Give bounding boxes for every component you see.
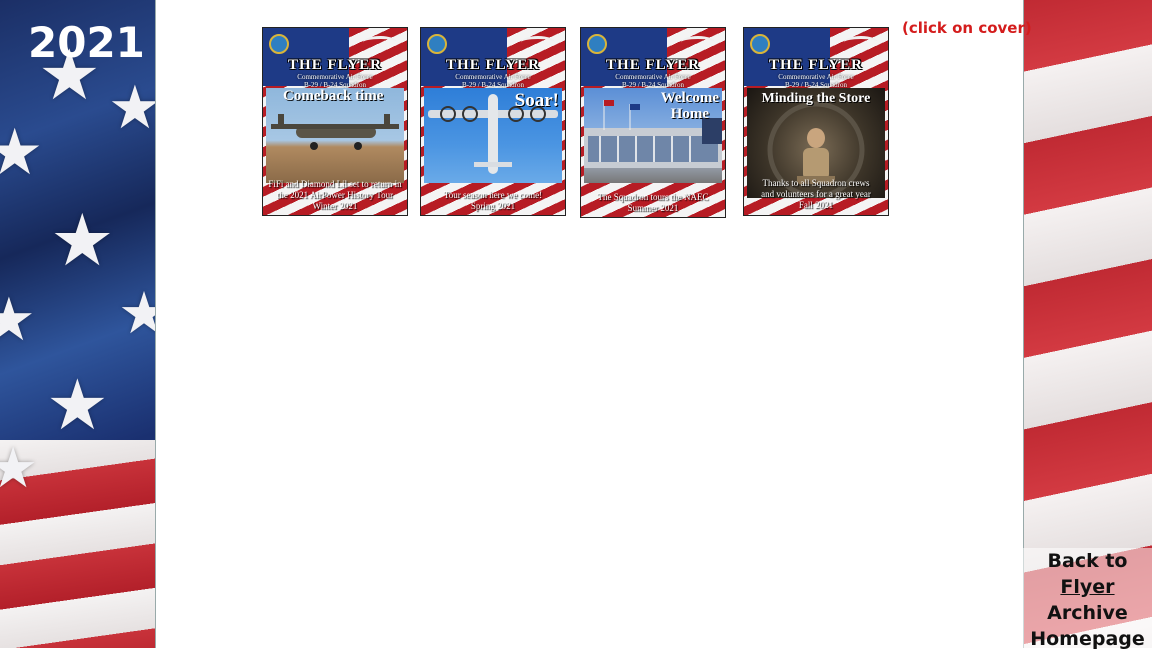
star-icon: ★: [0, 440, 38, 496]
squadron-logo-icon: [750, 34, 770, 54]
year-heading: 2021: [28, 18, 145, 67]
cover-fall-2021[interactable]: THE FLYER Commemorative Air Force B-29 / …: [743, 27, 889, 216]
cover-headline: Soar!: [514, 90, 559, 111]
cover-headline: Comeback time: [283, 88, 384, 104]
cover-caption: Tour season here we come!: [443, 190, 543, 200]
cover-subtitle: Commemorative Air Force: [455, 73, 531, 81]
cover-caption: the 2021 AirPower History Tour: [276, 190, 394, 200]
cover-caption: FiFi and Diamond Lil set to return in: [268, 179, 402, 189]
flyer-link[interactable]: Flyer: [1060, 576, 1114, 598]
wings-icon: [521, 36, 555, 49]
back-link-line1: Back to: [1047, 550, 1128, 572]
cover-masthead: THE FLYER: [288, 57, 382, 73]
squadron-logo-icon: [269, 34, 289, 54]
cover-summer-2021[interactable]: THE FLYER Commemorative Air Force B-29 / …: [580, 27, 726, 218]
cover-subtitle: Commemorative Air Force: [778, 73, 854, 81]
back-link-line3: Homepage: [1030, 628, 1145, 650]
archive-word: Archive: [1047, 602, 1128, 624]
click-instruction: (click on cover): [902, 19, 1032, 37]
cover-caption: and volunteers for a great year: [761, 189, 871, 199]
cover-masthead: THE FLYER: [446, 57, 540, 73]
cover-winter-2021[interactable]: THE FLYER Commemorative Air Force B-29 / …: [262, 27, 408, 216]
cover-caption: Thanks to all Squadron crews: [762, 178, 870, 188]
cover-issue: Winter 2021: [312, 201, 358, 211]
star-icon: ★: [50, 201, 115, 281]
cover-headline: Welcome: [660, 90, 719, 106]
wings-icon: [844, 36, 878, 49]
star-icon: ★: [0, 290, 36, 350]
cover-caption: The Squadron tours the NAEC: [597, 192, 709, 202]
star-icon: ★: [46, 366, 109, 444]
star-icon: ★: [118, 285, 155, 343]
left-flag-panel: ★ ★ ★ ★ ★ ★ ★ ★: [0, 0, 156, 648]
back-to-archive-link: Back to Flyer Archive Homepage: [1023, 548, 1152, 652]
cover-masthead: THE FLYER: [769, 57, 863, 73]
cover-spring-2021[interactable]: THE FLYER Commemorative Air Force B-29 / …: [420, 27, 566, 216]
cover-headline: Minding the Store: [761, 91, 871, 106]
cover-subtitle: Commemorative Air Force: [615, 73, 691, 81]
star-icon: ★: [0, 120, 43, 184]
cover-subtitle: Commemorative Air Force: [297, 73, 373, 81]
cover-masthead: THE FLYER: [606, 57, 700, 73]
cover-issue: Fall 2021: [798, 200, 834, 210]
cover-issue: Spring 2021: [470, 201, 516, 211]
squadron-logo-icon: [427, 34, 447, 54]
wings-icon: [681, 36, 715, 49]
cover-headline: Home: [670, 106, 709, 122]
wings-icon: [363, 36, 397, 49]
squadron-logo-icon: [587, 34, 607, 54]
cover-issue: Summer 2021: [627, 203, 679, 213]
star-icon: ★: [108, 78, 155, 138]
